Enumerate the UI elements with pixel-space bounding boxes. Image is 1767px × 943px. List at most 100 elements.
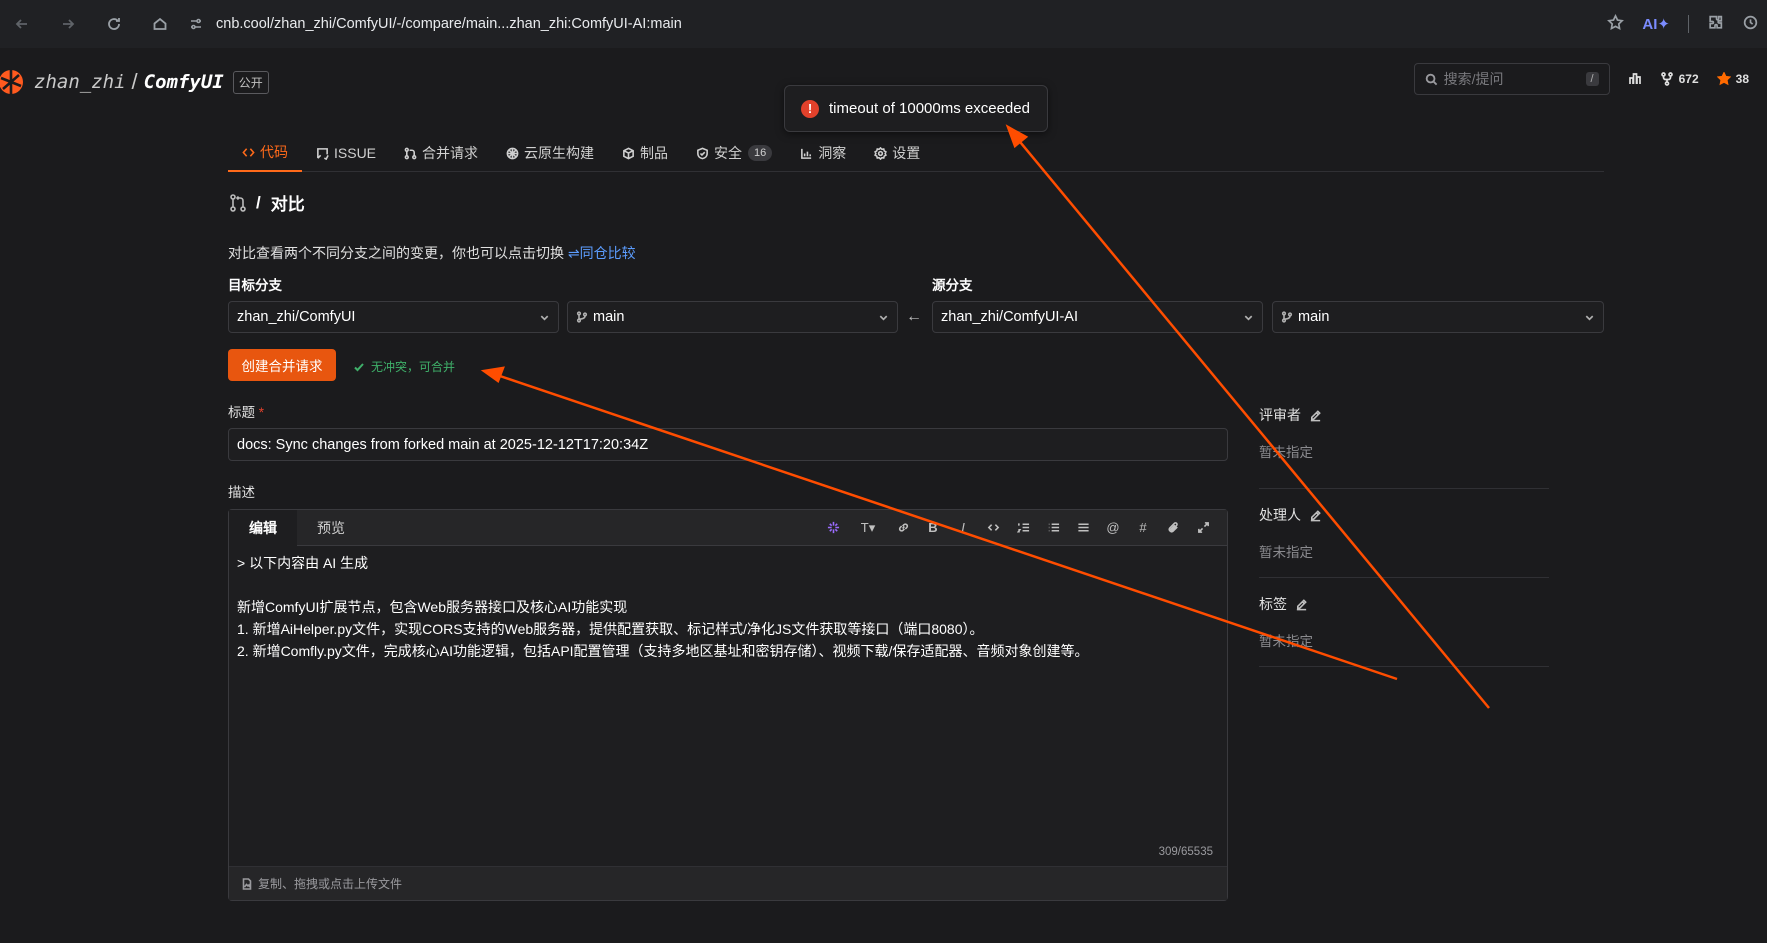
tab-packages-label: 制品: [640, 145, 669, 161]
mention-icon[interactable]: @: [1105, 520, 1121, 536]
reviewers-label: 评审者: [1259, 407, 1301, 423]
title-input[interactable]: docs: Sync changes from forked main at 2…: [228, 428, 1228, 461]
address-bar[interactable]: cnb.cool/zhan_zhi/ComfyUI/-/compare/main…: [188, 8, 1607, 40]
history-icon[interactable]: [1742, 14, 1759, 34]
create-merge-request-button[interactable]: 创建合并请求: [228, 349, 336, 381]
tab-code[interactable]: 代码: [228, 134, 302, 172]
same-repo-compare-link[interactable]: ⇌同仓比较: [568, 245, 636, 261]
bookmark-star-icon[interactable]: [1607, 13, 1625, 34]
editor-toolbar: 编辑 预览 T▾ B I @ #: [229, 509, 1227, 546]
editor-tab-preview[interactable]: 预览: [297, 510, 365, 546]
ordered-list-icon[interactable]: [1015, 520, 1031, 536]
bar-chart-icon: [1628, 73, 1641, 84]
tab-settings-label: 设置: [892, 145, 921, 161]
assignee-label: 处理人: [1259, 507, 1301, 523]
tab-build-label: 云原生构建: [524, 145, 595, 161]
text-format-icon[interactable]: T▾: [855, 520, 881, 536]
link-icon[interactable]: [895, 520, 911, 536]
search-icon: [1425, 73, 1437, 85]
editor-line: 2. 新增Comfly.py文件，完成核心AI功能逻辑，包括API配置管理（支持…: [237, 643, 1089, 659]
tab-code-label: 代码: [260, 144, 288, 160]
title-label: 标题 *: [228, 401, 264, 421]
editor-line: 1. 新增AiHelper.py文件，实现CORS支持的Web服务器，提供配置获…: [237, 621, 984, 637]
repo-owner-link[interactable]: zhan_zhi: [34, 71, 126, 93]
target-branch-select[interactable]: main: [567, 301, 898, 333]
source-branch-value: main: [1298, 309, 1330, 325]
branch-icon: [576, 311, 588, 323]
check-icon: [354, 362, 364, 371]
extensions-icon[interactable]: [1707, 14, 1724, 34]
target-branch-label: 目标分支: [228, 278, 282, 293]
tab-cloud-build[interactable]: 云原生构建: [492, 134, 608, 172]
file-image-icon: [242, 877, 252, 890]
star-icon: [1716, 72, 1731, 86]
source-repo-select[interactable]: zhan_zhi/ComfyUI-AI: [932, 301, 1263, 333]
source-branch-select[interactable]: main: [1272, 301, 1604, 333]
chevron-down-icon: [1585, 315, 1594, 321]
source-branch-label: 源分支: [932, 278, 973, 293]
source-repo-value: zhan_zhi/ComfyUI-AI: [941, 309, 1078, 325]
upload-dropzone[interactable]: 复制、拖拽或点击上传文件: [229, 866, 1227, 900]
tab-packages[interactable]: 制品: [608, 134, 682, 172]
chevron-down-icon: [1244, 315, 1253, 321]
bullet-list-icon[interactable]: [1045, 520, 1061, 536]
chevron-down-icon: [540, 315, 549, 321]
editor-textarea[interactable]: > 以下内容由 AI 生成 新增ComfyUI扩展节点，包含Web服务器接口及核…: [229, 546, 1227, 866]
labels-label: 标签: [1259, 596, 1287, 612]
fork-icon: [1660, 72, 1673, 86]
merge-status-text: 无冲突，可合并: [371, 360, 456, 374]
title-input-value: docs: Sync changes from forked main at 2…: [237, 436, 649, 453]
editor-line: > 以下内容由 AI 生成: [237, 555, 369, 571]
site-settings-icon[interactable]: [188, 16, 204, 32]
ai-sparkle-icon[interactable]: [825, 520, 841, 536]
security-count-badge: 16: [748, 145, 773, 161]
tab-merge-requests[interactable]: 合并请求: [390, 134, 492, 172]
tab-security[interactable]: 安全 16: [682, 134, 786, 172]
star-button[interactable]: 38: [1716, 72, 1749, 86]
attachment-icon[interactable]: [1165, 520, 1181, 536]
branch-icon: [1281, 311, 1293, 323]
hashtag-icon[interactable]: #: [1135, 520, 1151, 536]
arrow-right-icon: [63, 19, 75, 29]
reload-button[interactable]: [102, 12, 126, 36]
task-list-icon[interactable]: [1075, 520, 1091, 536]
code-inline-icon[interactable]: [985, 520, 1001, 536]
reviewers-value: 暂未指定: [1259, 445, 1313, 460]
merge-status: 无冲突，可合并: [353, 358, 455, 375]
search-shortcut-key: /: [1585, 72, 1599, 86]
merge-icon: [404, 147, 417, 159]
code-icon: [242, 147, 255, 157]
editor-tab-edit[interactable]: 编辑: [229, 509, 297, 546]
shield-icon: [697, 147, 708, 159]
bold-icon[interactable]: B: [925, 520, 941, 536]
target-repo-select[interactable]: zhan_zhi/ComfyUI: [228, 301, 559, 333]
search-input[interactable]: 搜索/提问 /: [1413, 63, 1610, 95]
back-button[interactable]: [10, 12, 34, 36]
tab-settings[interactable]: 设置: [860, 134, 934, 172]
italic-icon[interactable]: I: [955, 520, 971, 536]
home-button[interactable]: [148, 12, 172, 36]
tab-merge-label: 合并请求: [422, 145, 479, 161]
fork-count: 672: [1678, 72, 1699, 86]
tab-security-label: 安全: [714, 145, 743, 161]
tab-insights[interactable]: 洞察: [786, 134, 860, 172]
tab-issue[interactable]: ISSUE: [302, 134, 390, 172]
repo-name-link[interactable]: ComfyUI: [144, 71, 224, 93]
edit-pencil-icon[interactable]: [1309, 509, 1322, 522]
forward-button[interactable]: [56, 12, 80, 36]
visibility-badge: 公开: [232, 70, 269, 94]
upload-hint-text: 复制、拖拽或点击上传文件: [258, 877, 403, 891]
edit-pencil-icon[interactable]: [1295, 598, 1308, 611]
toast-message: timeout of 10000ms exceeded: [829, 100, 1030, 117]
fork-button[interactable]: 672: [1660, 72, 1699, 86]
ai-assistant-button[interactable]: AI✦: [1642, 15, 1670, 33]
fullscreen-icon[interactable]: [1195, 520, 1211, 536]
cnb-logo-icon[interactable]: [0, 68, 26, 96]
reviewers-section: 评审者 暂未指定: [1259, 400, 1549, 489]
character-count: 309/65535: [1158, 846, 1213, 858]
package-icon: [623, 147, 634, 159]
target-branch-value: main: [593, 309, 625, 325]
repo-stats-button[interactable]: [1628, 72, 1642, 86]
edit-pencil-icon[interactable]: [1309, 409, 1322, 422]
